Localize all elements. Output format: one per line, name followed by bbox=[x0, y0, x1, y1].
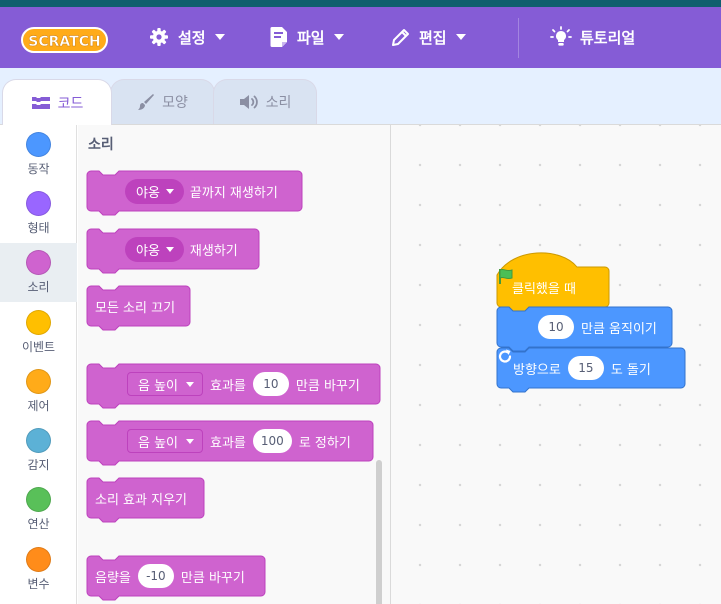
block-text: 효과를 bbox=[210, 435, 246, 451]
script-area[interactable]: 클릭했을 때 10 만큼 움직이기 방향으로 15 도 돌기 bbox=[391, 124, 721, 604]
block-text: 모든 소리 끄기 bbox=[95, 300, 176, 316]
effect-dropdown[interactable]: 음 높이 bbox=[127, 429, 204, 453]
turn-degrees-block[interactable]: 방향으로 15 도 돌기 bbox=[496, 347, 686, 396]
block-palette: 소리 야옹 끝까지 재생하기 야옹 재생하기 모든 소리 끄기 음 높이 효과를… bbox=[78, 124, 391, 604]
block-text: 소리 효과 지우기 bbox=[95, 492, 187, 508]
clear-sound-effects-block[interactable]: 소리 효과 지우기 bbox=[86, 477, 205, 526]
palette-scrollbar[interactable] bbox=[376, 460, 382, 604]
effect-dropdown[interactable]: 음 높이 bbox=[127, 372, 204, 396]
category-variables[interactable]: 변수 bbox=[0, 540, 77, 599]
category-label: 제어 bbox=[27, 399, 50, 413]
category-label: 이벤트 bbox=[21, 340, 56, 354]
category-looks[interactable]: 형태 bbox=[0, 184, 77, 243]
scratch-logo[interactable]: SCRATCH bbox=[21, 26, 108, 54]
gear-icon bbox=[149, 27, 169, 47]
steps-value-input[interactable]: 10 bbox=[538, 315, 574, 339]
brush-icon bbox=[137, 93, 155, 111]
effect-dropdown-value: 음 높이 bbox=[138, 435, 179, 451]
sound-dropdown-value: 야옹 bbox=[136, 243, 160, 259]
file-menu-label: 파일 bbox=[297, 28, 325, 47]
category-sound[interactable]: 소리 bbox=[0, 243, 77, 302]
palette-section-title: 소리 bbox=[88, 137, 114, 153]
pencil-icon bbox=[391, 28, 410, 47]
effect-value-input[interactable]: 10 bbox=[252, 372, 289, 396]
chevron-down-icon bbox=[186, 381, 195, 387]
degrees-value-input[interactable]: 15 bbox=[567, 356, 604, 380]
block-text: 효과를 bbox=[210, 378, 246, 394]
category-variables-dot bbox=[26, 547, 51, 572]
start-sound-block[interactable]: 야옹 재생하기 bbox=[86, 228, 260, 277]
block-text: 만큼 바꾸기 bbox=[295, 378, 360, 394]
lightbulb-icon bbox=[550, 26, 572, 48]
play-sound-until-done-block[interactable]: 야옹 끝까지 재생하기 bbox=[86, 170, 303, 219]
category-operators-dot bbox=[26, 487, 51, 512]
block-text: 만큼 움직이기 bbox=[581, 321, 657, 337]
effect-value-input[interactable]: 100 bbox=[252, 429, 292, 453]
edit-menu-label: 편집 bbox=[419, 28, 447, 47]
block-text: 로 정하기 bbox=[298, 435, 351, 451]
set-sound-effect-block[interactable]: 음 높이 효과를 100 로 정하기 bbox=[86, 420, 374, 469]
category-sound-dot bbox=[26, 250, 51, 275]
tab-sounds[interactable]: 소리 bbox=[213, 79, 317, 124]
block-text: 음량을 bbox=[95, 570, 131, 586]
category-looks-dot bbox=[26, 191, 51, 216]
editor-tabs: 코드 모양 소리 bbox=[0, 68, 721, 125]
block-text: 끝까지 재생하기 bbox=[189, 185, 278, 201]
tab-costumes[interactable]: 모양 bbox=[110, 79, 215, 124]
code-blocks-icon bbox=[31, 95, 51, 111]
tab-code[interactable]: 코드 bbox=[2, 79, 112, 125]
category-motion-dot bbox=[26, 132, 51, 157]
speaker-icon bbox=[239, 94, 259, 110]
tutorials-label: 튜토리얼 bbox=[580, 28, 636, 47]
block-text: 도 돌기 bbox=[610, 362, 651, 378]
settings-menu-label: 설정 bbox=[178, 28, 206, 47]
block-text: 만큼 바꾸기 bbox=[180, 570, 245, 586]
block-text: 재생하기 bbox=[189, 243, 238, 259]
top-strip bbox=[0, 0, 721, 7]
sound-dropdown[interactable]: 야옹 bbox=[125, 236, 184, 262]
category-sensing[interactable]: 감지 bbox=[0, 421, 77, 480]
volume-value-input[interactable]: -10 bbox=[137, 564, 174, 588]
chevron-down-icon bbox=[165, 246, 174, 252]
category-control-dot bbox=[26, 369, 51, 394]
chevron-down-icon bbox=[186, 438, 195, 444]
category-label: 동작 bbox=[27, 162, 50, 176]
tab-costumes-label: 모양 bbox=[162, 95, 188, 111]
when-flag-clicked-block[interactable]: 클릭했을 때 bbox=[496, 252, 610, 312]
chevron-down-icon bbox=[455, 34, 466, 40]
svg-text:SCRATCH: SCRATCH bbox=[28, 34, 100, 50]
category-label: 연산 bbox=[27, 517, 50, 531]
category-label: 소리 bbox=[27, 280, 50, 294]
sound-dropdown[interactable]: 야옹 bbox=[125, 178, 184, 204]
category-control[interactable]: 제어 bbox=[0, 362, 77, 421]
tutorials-button[interactable]: 튜토리얼 bbox=[550, 23, 635, 51]
edit-menu[interactable]: 편집 bbox=[391, 23, 466, 51]
effect-dropdown-value: 음 높이 bbox=[138, 378, 179, 394]
menu-divider bbox=[518, 18, 519, 58]
file-icon bbox=[269, 26, 289, 48]
chevron-down-icon bbox=[214, 34, 225, 40]
category-sensing-dot bbox=[26, 428, 51, 453]
chevron-down-icon bbox=[333, 34, 344, 40]
category-label: 형태 bbox=[27, 221, 50, 235]
settings-menu[interactable]: 설정 bbox=[149, 23, 225, 51]
stop-all-sounds-block[interactable]: 모든 소리 끄기 bbox=[86, 285, 191, 334]
block-text: 클릭했을 때 bbox=[512, 281, 576, 297]
tab-sounds-label: 소리 bbox=[265, 95, 292, 111]
menu-bar: SCRATCH 설정 파일 편집 튜토리얼 bbox=[0, 7, 721, 68]
category-label: 변수 bbox=[27, 577, 50, 591]
block-text: 방향으로 bbox=[513, 362, 561, 378]
change-volume-block[interactable]: 음량을 -10 만큼 바꾸기 bbox=[86, 555, 266, 604]
sound-dropdown-value: 야옹 bbox=[136, 185, 160, 201]
tab-code-label: 코드 bbox=[57, 95, 84, 112]
category-motion[interactable]: 동작 bbox=[0, 125, 77, 184]
chevron-down-icon bbox=[165, 188, 174, 194]
file-menu[interactable]: 파일 bbox=[269, 23, 344, 51]
category-menu: 동작 형태 소리 이벤트 제어 감지 연산 변수 bbox=[0, 124, 77, 604]
category-events-dot bbox=[26, 310, 51, 335]
category-label: 감지 bbox=[27, 458, 50, 472]
change-sound-effect-block[interactable]: 음 높이 효과를 10 만큼 바꾸기 bbox=[86, 363, 381, 412]
category-events[interactable]: 이벤트 bbox=[0, 303, 77, 362]
category-operators[interactable]: 연산 bbox=[0, 480, 77, 539]
